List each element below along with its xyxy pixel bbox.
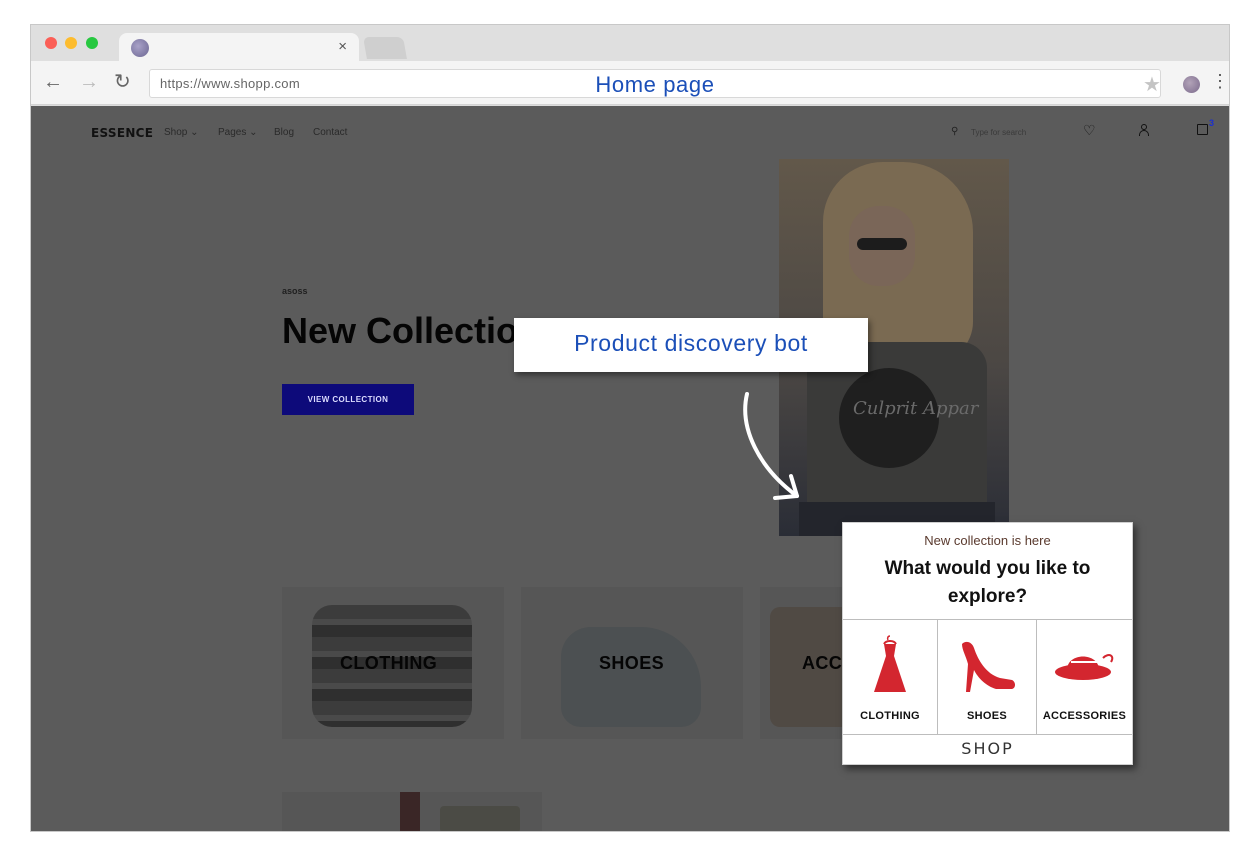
tab-bar: × xyxy=(31,25,1229,61)
bot-option-clothing[interactable]: CLOTHING xyxy=(843,620,938,734)
hat-icon xyxy=(1054,654,1113,680)
bot-option-accessories[interactable]: ACCESSORIES xyxy=(1037,620,1132,734)
annotation-label: Product discovery bot xyxy=(574,330,808,356)
reload-icon[interactable]: ↻ xyxy=(114,72,131,92)
browser-tab[interactable]: × xyxy=(119,33,359,61)
maximize-window-button[interactable] xyxy=(86,37,98,49)
product-strip xyxy=(282,792,542,831)
bot-question: What would you like to explore? xyxy=(884,558,1091,607)
cart-count-badge: 3 xyxy=(1209,118,1215,128)
category-card-shoes[interactable]: SHOES xyxy=(521,587,743,739)
close-window-button[interactable] xyxy=(45,37,57,49)
browser-window: × ← → ↻ https://www.shopp.com Home page … xyxy=(30,24,1230,832)
hero-shirt-text: Culprit Appar xyxy=(853,398,979,419)
page-viewport: ESSENCE Shop ⌄ Pages ⌄ Blog Contact ⚲ Ty… xyxy=(31,106,1229,831)
bot-subtitle: New collection is here xyxy=(924,533,1051,548)
address-bar: ← → ↻ https://www.shopp.com Home page ★ … xyxy=(31,61,1229,105)
chatbot-widget: New collection is here What would you li… xyxy=(842,522,1133,765)
category-label-shoes: SHOES xyxy=(599,653,665,673)
profile-avatar-icon[interactable] xyxy=(1183,76,1200,93)
annotation-callout: Product discovery bot xyxy=(514,318,868,372)
search-icon[interactable]: ⚲ xyxy=(951,126,958,137)
hero-model-sunglasses xyxy=(857,238,907,250)
hero-eyebrow: asoss xyxy=(282,286,308,296)
bot-brand-logo: SHOP xyxy=(961,739,1014,758)
arrow-right-icon[interactable]: → xyxy=(79,72,99,92)
bot-option-label: ACCESSORIES xyxy=(1042,710,1127,722)
bot-option-label: CLOTHING xyxy=(860,710,920,722)
site-header: ESSENCE Shop ⌄ Pages ⌄ Blog Contact ⚲ Ty… xyxy=(31,106,1229,160)
new-tab-button[interactable] xyxy=(363,37,407,59)
search-input[interactable]: Type for search xyxy=(971,128,1026,137)
product-thumb xyxy=(440,806,520,831)
category-card-clothing[interactable]: CLOTHING xyxy=(282,587,504,739)
view-collection-button[interactable]: VIEW COLLECTION xyxy=(282,384,414,415)
hero-title: New Collection xyxy=(282,310,518,351)
bot-option-label: SHOES xyxy=(966,710,1007,722)
arrow-left-icon[interactable]: ← xyxy=(43,72,63,92)
annotation-arrow-icon xyxy=(743,392,799,500)
tab-close-icon[interactable]: × xyxy=(338,38,347,55)
nav-pages[interactable]: Pages ⌄ xyxy=(218,127,258,138)
product-thumb xyxy=(400,792,420,831)
kebab-menu-icon[interactable]: ⋮ xyxy=(1211,71,1229,92)
nav-blog[interactable]: Blog xyxy=(274,127,294,138)
site-logo[interactable]: ESSENCE xyxy=(91,126,153,140)
shopping-bag-icon[interactable] xyxy=(1197,124,1208,135)
heart-icon[interactable]: ♡ xyxy=(1083,122,1096,139)
nav-contact[interactable]: Contact xyxy=(313,127,347,138)
favicon-icon xyxy=(131,39,149,57)
dress-icon xyxy=(874,635,906,692)
bot-option-shoes[interactable]: SHOES xyxy=(938,620,1037,734)
bot-options: CLOTHING SHOES ACCESSORIES xyxy=(843,619,1132,735)
boot-image xyxy=(561,627,701,727)
url-field[interactable]: https://www.shopp.com Home page xyxy=(149,69,1161,98)
category-label-clothing: CLOTHING xyxy=(340,653,438,673)
user-icon[interactable] xyxy=(1139,124,1149,136)
star-icon[interactable]: ★ xyxy=(1143,72,1161,97)
nav-shop[interactable]: Shop ⌄ xyxy=(164,127,199,138)
minimize-window-button[interactable] xyxy=(65,37,77,49)
page-label: Home page xyxy=(595,72,715,97)
high-heel-icon xyxy=(962,641,1015,692)
